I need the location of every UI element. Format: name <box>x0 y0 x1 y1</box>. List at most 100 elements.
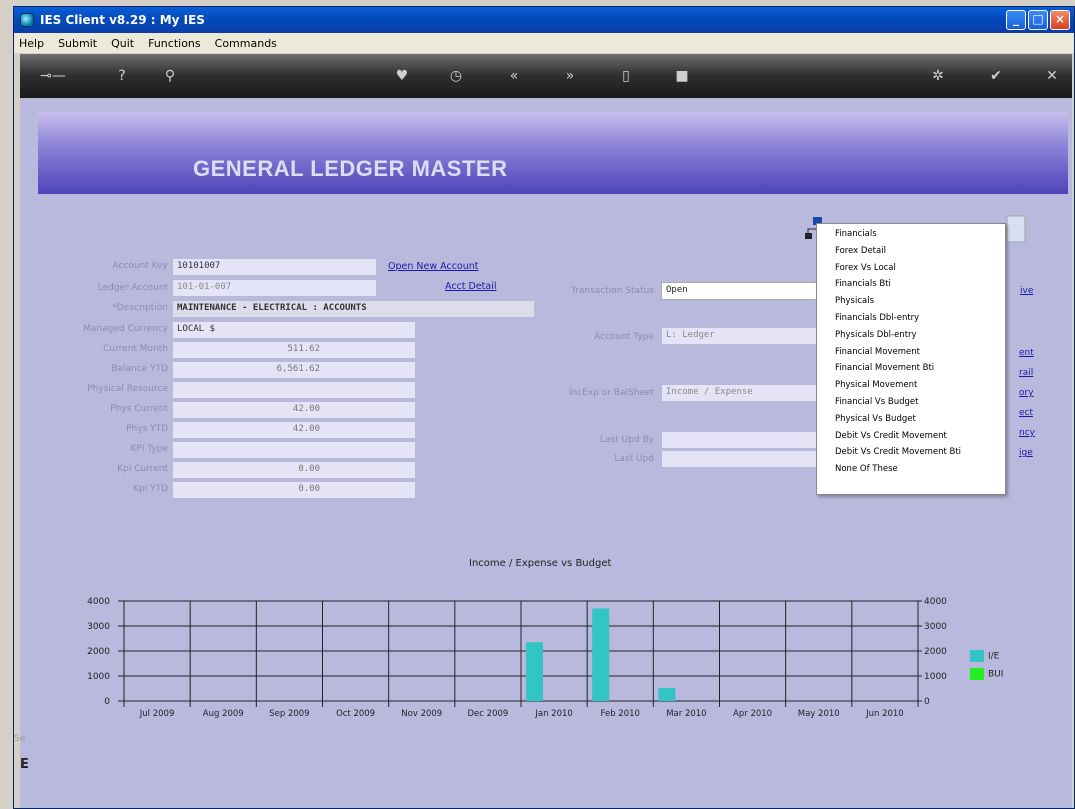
minimize-button[interactable]: _ <box>1006 10 1026 30</box>
dropdown-item[interactable]: Physical Movement <box>817 377 1005 394</box>
chart-type-dropdown[interactable]: Financials Forex Detail Forex Vs Local Fina… <box>816 223 1006 495</box>
close-window-button[interactable]: × <box>1050 10 1070 30</box>
last-upd-field <box>661 450 831 468</box>
x-tick-label: Oct 2009 <box>336 709 375 719</box>
physical-resource-field[interactable] <box>172 381 416 399</box>
side-link-5[interactable]: ect <box>1019 408 1033 418</box>
transaction-status-select[interactable]: Open <box>661 282 831 300</box>
description-field[interactable]: MAINTENANCE - ELECTRICAL : ACCOUNTS <box>172 300 535 318</box>
balance-ytd-label: Balance YTD <box>111 364 168 374</box>
account-key-field[interactable]: 10101007 <box>172 258 377 276</box>
kpi-ytd-field: 0.00 <box>172 481 416 499</box>
dropdown-item[interactable]: Physicals <box>817 293 1005 310</box>
x-tick-label: Aug 2009 <box>203 709 244 719</box>
dropdown-item[interactable]: None Of These <box>817 461 1005 478</box>
dropdown-item[interactable]: Physicals Dbl-entry <box>817 327 1005 344</box>
side-link-6[interactable]: ncy <box>1019 428 1035 438</box>
side-link-3[interactable]: rail <box>1019 368 1033 378</box>
dropdown-item[interactable]: Financial Vs Budget <box>817 394 1005 411</box>
dropdown-item[interactable]: Forex Detail <box>817 243 1005 260</box>
banner: GENERAL LEDGER MASTER <box>38 112 1068 194</box>
legend-ie-swatch <box>970 650 984 662</box>
search-icon[interactable]: ⚲ <box>160 66 180 86</box>
maximize-button[interactable]: □ <box>1028 10 1048 30</box>
help-icon[interactable]: ? <box>112 66 132 86</box>
title-bar: IES Client v8.29 : My IES _ □ × <box>14 7 1074 33</box>
dropdown-item[interactable]: Financials <box>817 226 1005 243</box>
ledger-account-label: Ledger Account <box>97 283 168 293</box>
side-link-1[interactable]: ive <box>1020 286 1033 296</box>
kpi-current-label: Kpi Current <box>117 464 168 474</box>
x-tick-label: Feb 2010 <box>601 709 640 719</box>
menu-functions[interactable]: Functions <box>145 37 204 50</box>
y-tick-label-right: 1000 <box>924 672 947 682</box>
last-upd-label: Last Upd <box>614 454 654 464</box>
close-icon[interactable]: ✕ <box>1042 66 1062 86</box>
current-month-field: 511.62 <box>172 341 416 359</box>
y-tick-label-right: 4000 <box>924 597 947 607</box>
stop-icon[interactable]: ■ <box>672 66 692 86</box>
dropdown-item[interactable]: Physical Vs Budget <box>817 411 1005 428</box>
side-link-2[interactable]: ent <box>1019 348 1034 358</box>
ledger-account-field[interactable]: 101-01-007 <box>172 279 377 297</box>
dropdown-item[interactable]: Financials Bti <box>817 276 1005 293</box>
dropdown-item[interactable]: Financial Movement <box>817 344 1005 361</box>
side-link-4[interactable]: ory <box>1019 388 1034 398</box>
x-tick-label: Apr 2010 <box>733 709 772 719</box>
phys-current-label: Phys Current <box>110 404 168 414</box>
y-tick-label-left: 4000 <box>87 597 110 607</box>
document-icon[interactable] <box>1005 214 1027 246</box>
incexp-balsheet-field[interactable]: Income / Expense <box>661 384 831 402</box>
back-icon[interactable]: « <box>504 66 524 86</box>
settings-icon[interactable]: ✲ <box>928 66 948 86</box>
app-icon <box>20 13 34 27</box>
dropdown-item[interactable]: Financial Movement Bti <box>817 360 1005 377</box>
dropdown-item[interactable]: Debit Vs Credit Movement <box>817 428 1005 445</box>
forward-icon[interactable]: » <box>560 66 580 86</box>
side-link-7[interactable]: ige <box>1019 448 1033 458</box>
chart-title: Income / Expense vs Budget <box>469 558 612 569</box>
x-tick-label: Jan 2010 <box>534 709 572 719</box>
dropdown-item[interactable]: Financials Dbl-entry <box>817 310 1005 327</box>
y-tick-label-left: 2000 <box>87 647 110 657</box>
acct-detail-link[interactable]: Acct Detail <box>445 281 497 292</box>
dropdown-item[interactable]: Forex Vs Local <box>817 260 1005 277</box>
clock-icon[interactable]: ◷ <box>446 66 466 86</box>
page-title: GENERAL LEDGER MASTER <box>193 156 508 181</box>
toolbar: ⊸— ? ⚲ ♥ ◷ « » ▯ ■ ✲ ✔ ✕ <box>20 54 1072 98</box>
dropdown-item[interactable]: Debit Vs Credit Movement Bti <box>817 444 1005 461</box>
x-tick-label: May 2010 <box>798 709 840 719</box>
legend-ie-label: I/E <box>988 651 1000 662</box>
current-month-label: Current Month <box>103 344 168 354</box>
check-icon[interactable]: ✔ <box>986 66 1006 86</box>
y-tick-label-left: 3000 <box>87 622 110 632</box>
menu-submit[interactable]: Submit <box>55 37 100 50</box>
cursor-icon: E <box>20 757 29 772</box>
menu-bar: Help Submit Quit Functions Commands <box>14 33 1074 53</box>
x-tick-label: Nov 2009 <box>401 709 442 719</box>
menu-commands[interactable]: Commands <box>212 37 280 50</box>
heart-icon[interactable]: ♥ <box>392 66 412 86</box>
kpi-ytd-label: Kpi YTD <box>133 484 168 494</box>
menu-quit[interactable]: Quit <box>108 37 137 50</box>
kpi-type-field[interactable] <box>172 441 416 459</box>
managed-currency-label: Managed Currency <box>83 324 168 334</box>
balance-ytd-field: 6,561.62 <box>172 361 416 379</box>
x-tick-label: Sep 2009 <box>269 709 309 719</box>
managed-currency-field[interactable]: LOCAL $ <box>172 321 416 339</box>
window-title: IES Client v8.29 : My IES <box>40 13 205 27</box>
kpi-type-label: KPI Type <box>130 444 168 454</box>
menu-help[interactable]: Help <box>16 37 47 50</box>
account-type-label: Account Type <box>594 332 654 342</box>
last-upd-by-field <box>661 431 831 449</box>
x-tick-label: Jun 2010 <box>865 709 904 719</box>
legend-bui-label: BUI <box>988 669 1004 680</box>
kpi-current-field: 0.00 <box>172 461 416 479</box>
account-type-field[interactable]: L: Ledger <box>661 327 831 345</box>
y-tick-label-right: 3000 <box>924 622 947 632</box>
account-key-label: Account Key <box>112 261 168 271</box>
bar-ie <box>526 642 543 701</box>
page-icon[interactable]: ▯ <box>616 66 636 86</box>
open-new-account-link[interactable]: Open New Account <box>388 261 479 272</box>
key-icon[interactable]: ⊸— <box>38 66 68 86</box>
